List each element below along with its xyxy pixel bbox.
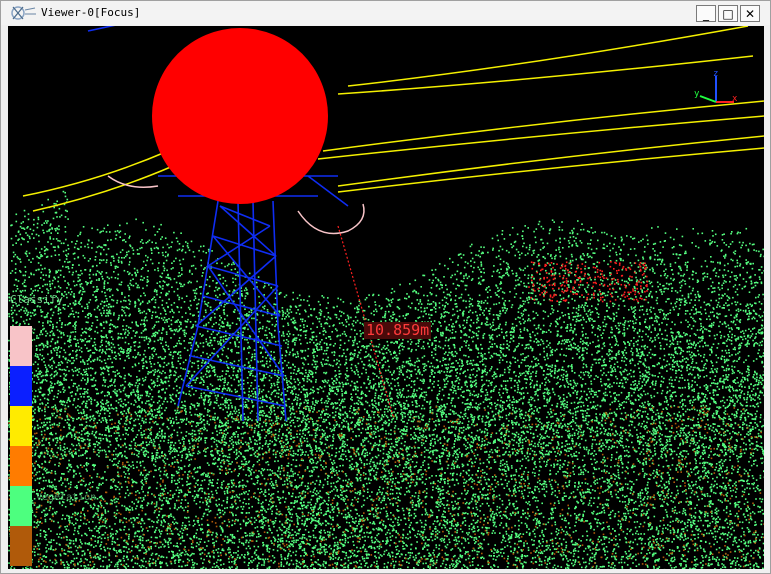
legend-swatch <box>10 526 32 566</box>
point-cloud-viewport[interactable]: 10.859m Classify Vegetation z x y <box>8 26 764 569</box>
title-bar[interactable]: Viewer-0[Focus] _ □ ✕ <box>1 1 770 25</box>
legend-swatch <box>10 326 32 366</box>
legend-swatch <box>10 486 32 526</box>
power-lines <box>22 26 764 235</box>
red-class-points <box>528 261 649 303</box>
point-cloud-scene <box>8 26 764 569</box>
legend-swatch <box>10 366 32 406</box>
legend-swatch <box>10 406 32 446</box>
minimize-button[interactable]: _ <box>696 5 716 22</box>
measurement-label: 10.859m <box>364 322 432 339</box>
axis-label-z: z <box>713 69 718 79</box>
axis-gizmo: z x y <box>694 69 738 104</box>
close-button[interactable]: ✕ <box>740 5 760 22</box>
focus-marker[interactable] <box>152 28 328 204</box>
legend-swatch <box>10 446 32 486</box>
close-icon: ✕ <box>745 7 755 21</box>
maximize-icon: □ <box>722 7 733 21</box>
axis-label-y: y <box>694 89 700 99</box>
axis-label-x: x <box>732 94 738 104</box>
vegetation-points <box>8 190 764 569</box>
minimize-icon: _ <box>703 7 709 21</box>
app-icon <box>11 6 36 20</box>
legend-title: Classify <box>10 293 63 306</box>
viewer-window: Viewer-0[Focus] _ □ ✕ 10.859m Classify V… <box>0 0 771 574</box>
classification-legend: Vegetation <box>10 326 96 566</box>
window-title: Viewer-0[Focus] <box>41 6 140 19</box>
legend-label-vegetation: Vegetation <box>36 492 96 503</box>
maximize-button[interactable]: □ <box>718 5 738 22</box>
